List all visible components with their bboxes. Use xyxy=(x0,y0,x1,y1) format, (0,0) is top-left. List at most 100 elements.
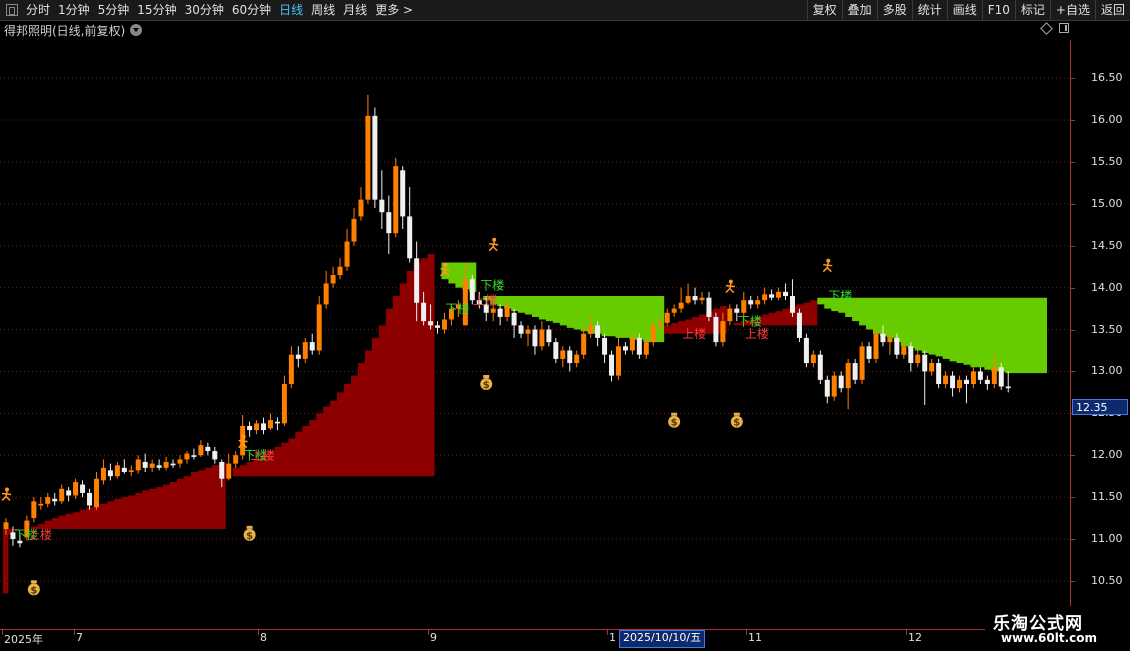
price-tick: 15.50 xyxy=(1091,154,1123,168)
money-bag-icon xyxy=(30,580,37,584)
period-tab[interactable]: 日线 xyxy=(275,0,307,20)
price-tick: 13.00 xyxy=(1091,364,1123,378)
candle-body xyxy=(755,300,761,305)
time-tick: 2025年 xyxy=(4,633,43,646)
toolbar-button[interactable]: 复权 xyxy=(806,0,842,20)
diamond-icon[interactable] xyxy=(1040,21,1053,35)
price-tick: 10.50 xyxy=(1091,573,1123,587)
candle-body xyxy=(595,325,601,338)
candle-body xyxy=(957,379,963,389)
candle-body xyxy=(316,304,322,351)
down-stairs-label: 下楼 xyxy=(828,288,852,303)
candle-body xyxy=(414,258,420,303)
runner-icon xyxy=(443,262,448,267)
money-bag-icon xyxy=(483,375,490,379)
period-tab[interactable]: 60分钟 xyxy=(228,0,275,20)
candle-body xyxy=(574,354,580,364)
price-tick: 11.50 xyxy=(1091,490,1123,504)
candle-body xyxy=(379,199,385,213)
candle-body xyxy=(789,296,795,313)
period-tab[interactable]: 周线 xyxy=(307,0,339,20)
money-bag-icon: $ xyxy=(30,585,37,596)
candle-body xyxy=(991,367,997,385)
price-tick-mark xyxy=(1071,539,1075,541)
toolbar-button[interactable]: 叠加 xyxy=(841,0,877,20)
toolbar-button[interactable]: 返回 xyxy=(1094,0,1130,20)
candle-body xyxy=(254,423,260,431)
candle-body xyxy=(859,346,865,380)
runner-icon xyxy=(492,237,497,242)
price-tick-mark xyxy=(1071,161,1075,163)
toolbar-button[interactable]: +自选 xyxy=(1049,0,1095,20)
up-stairs-label: 上楼 xyxy=(473,292,497,307)
kline-chart[interactable]: 下楼上楼$下楼上楼$下楼上楼下楼$$上楼下楼上楼$下楼 xyxy=(0,40,1070,628)
toolbar-button[interactable]: F10 xyxy=(981,0,1015,20)
time-tick-mark xyxy=(2,630,3,635)
period-tab[interactable]: 1分钟 xyxy=(54,0,94,20)
indicator-band xyxy=(476,296,665,343)
candle-body xyxy=(400,170,406,217)
window-toggle-icon[interactable] xyxy=(1059,23,1069,33)
candle-body xyxy=(80,484,86,493)
candle-body xyxy=(657,322,663,326)
candle-body xyxy=(247,425,253,431)
candle-body xyxy=(977,371,983,380)
toolbar-button[interactable]: 统计 xyxy=(911,0,947,20)
candle-body xyxy=(261,423,267,431)
candle-body xyxy=(831,375,837,397)
title-dropdown-icon[interactable] xyxy=(130,24,143,36)
watermark: 乐淘公式网 www.60lt.com xyxy=(985,606,1130,650)
period-tab[interactable]: 5分钟 xyxy=(94,0,134,20)
price-tick-mark xyxy=(1071,203,1075,205)
period-tab[interactable]: 月线 xyxy=(339,0,371,20)
candle-body xyxy=(894,337,900,355)
toolbar-button[interactable]: 多股 xyxy=(876,0,912,20)
runner-icon xyxy=(822,262,833,273)
candle-body xyxy=(365,115,371,200)
candle-body xyxy=(66,490,72,496)
price-tick: 16.50 xyxy=(1091,71,1123,85)
candle-body xyxy=(984,379,990,385)
candle-body xyxy=(588,325,594,334)
candle-body xyxy=(212,451,218,460)
period-tab[interactable]: 分时 xyxy=(22,0,54,20)
price-tick-mark xyxy=(1071,287,1075,289)
candle-body xyxy=(441,319,447,330)
candle-body xyxy=(963,379,969,385)
layout-toggle-icon[interactable] xyxy=(6,4,18,16)
candle-body xyxy=(45,497,51,504)
period-tab[interactable]: 30分钟 xyxy=(181,0,228,20)
toolbar-button[interactable]: 标记 xyxy=(1014,0,1050,20)
candle-body xyxy=(845,363,851,389)
price-tick: 11.00 xyxy=(1091,532,1123,546)
candle-body xyxy=(525,329,531,334)
stock-title: 得邦照明(日线,前复权) xyxy=(4,23,126,38)
candle-body xyxy=(121,467,127,472)
price-tick-mark xyxy=(1071,580,1075,582)
candle-body xyxy=(796,312,802,338)
candle-body xyxy=(824,379,830,397)
up-stairs-label: 上楼 xyxy=(745,326,769,341)
candle-body xyxy=(386,212,392,234)
candle-body xyxy=(776,291,782,298)
candle-body xyxy=(295,354,301,359)
price-tick-mark xyxy=(1071,120,1075,122)
candle-body xyxy=(880,333,886,343)
candle-body xyxy=(351,218,357,242)
time-tick: 7 xyxy=(76,631,83,644)
down-stairs-label: 下楼 xyxy=(445,301,469,316)
candle-body xyxy=(219,461,225,479)
period-tab[interactable]: 更多 > xyxy=(371,0,417,20)
candle-body xyxy=(233,455,239,464)
candle-body xyxy=(615,346,621,376)
candle-body xyxy=(636,337,642,355)
candle-body xyxy=(664,312,670,323)
candle-body xyxy=(762,294,768,301)
toolbar: 分时 1分钟 5分钟 15分钟 30分钟 60分钟 日线 周线 月线 更多 > 复权 叠加 多股 统计画… xyxy=(0,0,1130,21)
time-tick-mark xyxy=(906,630,907,635)
candle-body xyxy=(267,420,273,429)
toolbar-button[interactable]: 画线 xyxy=(946,0,982,20)
money-bag-icon xyxy=(671,412,678,416)
period-tab[interactable]: 15分钟 xyxy=(133,0,180,20)
time-tick: 11 xyxy=(748,631,762,644)
